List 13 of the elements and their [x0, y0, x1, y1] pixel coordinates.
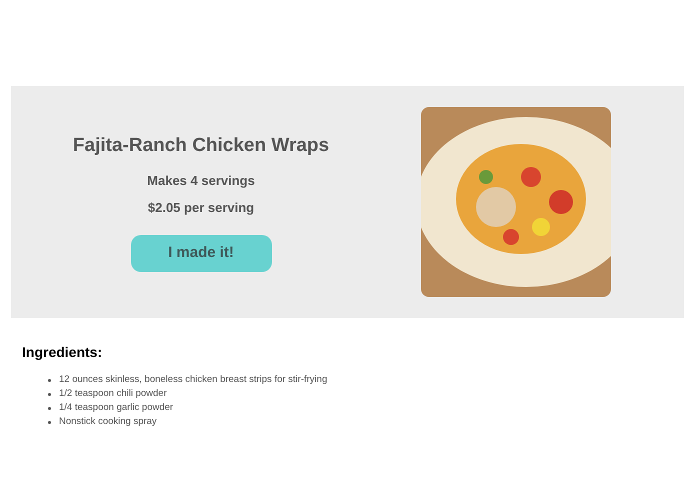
bullet-icon [48, 406, 51, 410]
ingredient-text: 12 ounces skinless, boneless chicken breast strips for stir-frying [59, 372, 328, 387]
ingredient-text: 1/2 teaspoon chili powder [59, 386, 167, 401]
ingredient-text: Nonstick cooking spray [59, 414, 157, 429]
ingredients-heading: Ingredients: [22, 343, 104, 362]
recipe-title: Fajita-Ranch Chicken Wraps [72, 134, 330, 158]
made-it-button[interactable]: I made it! [130, 234, 272, 272]
ingredient-text: 1/4 teaspoon garlic powder [59, 400, 174, 415]
servings-text: Makes 4 servings [147, 172, 255, 190]
bullet-icon [48, 378, 51, 382]
cost-text: $2.05 per serving [148, 199, 254, 218]
bullet-icon [48, 392, 51, 396]
bullet-icon [48, 420, 51, 424]
